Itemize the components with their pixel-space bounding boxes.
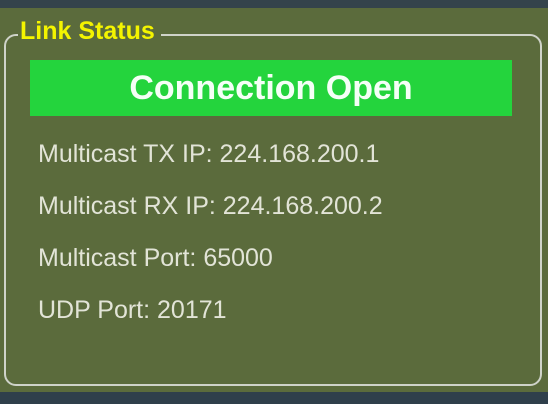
udp-port-label: UDP Port: 20171 [38, 296, 227, 324]
connection-status-banner: Connection Open [30, 60, 512, 116]
multicast-rx-ip-label: Multicast RX IP: 224.168.200.2 [38, 192, 383, 220]
top-strip [0, 0, 548, 8]
multicast-port-label: Multicast Port: 65000 [38, 244, 273, 272]
panel-title: Link Status [18, 16, 161, 46]
link-status-panel: Link Status Connection Open Multicast TX… [0, 0, 548, 404]
bottom-strip [0, 392, 548, 404]
multicast-tx-ip-label: Multicast TX IP: 224.168.200.1 [38, 140, 380, 168]
link-details-list: Multicast TX IP: 224.168.200.1 Multicast… [38, 140, 518, 348]
